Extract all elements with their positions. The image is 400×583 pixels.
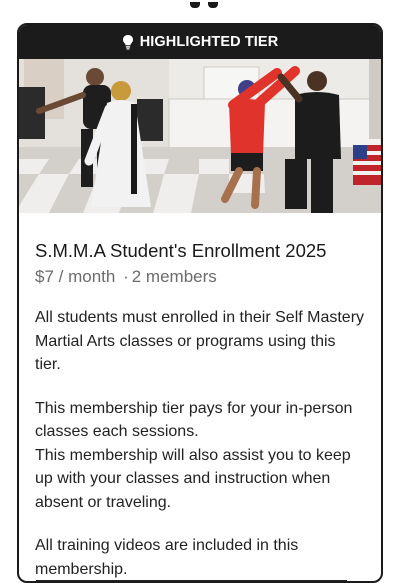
page-header-cutoff (0, 0, 400, 20)
description-line: This membership tier pays for your in-pe… (35, 399, 353, 441)
tier-description-paragraph: All training videos are included in this… (35, 537, 299, 578)
tier-description-paragraph: This membership tier pays for your in-pe… (35, 397, 365, 515)
tier-title: S.M.M.A Student's Enrollment 2025 (35, 240, 327, 261)
tier-members-count: 2 members (131, 267, 217, 286)
tier-price: $7 / month (35, 267, 116, 286)
membership-tier-card[interactable]: HIGHLIGHTED TIER S.M.M.A Student's Enrol… (17, 23, 383, 583)
tier-meta: $7 / month · 2 members (35, 266, 365, 288)
highlighted-tier-banner: HIGHLIGHTED TIER (19, 25, 381, 59)
tier-cover-image[interactable] (19, 59, 381, 213)
tier-description-paragraph: All students must enrolled in their Self… (35, 309, 365, 373)
cut-heading-fragment (150, 0, 250, 10)
meta-separator: · (123, 267, 129, 286)
lightbulb-icon (122, 34, 134, 50)
badge-label: HIGHLIGHTED TIER (139, 34, 279, 50)
description-line: This membership will also assist you to … (35, 446, 351, 511)
divider (36, 579, 347, 581)
